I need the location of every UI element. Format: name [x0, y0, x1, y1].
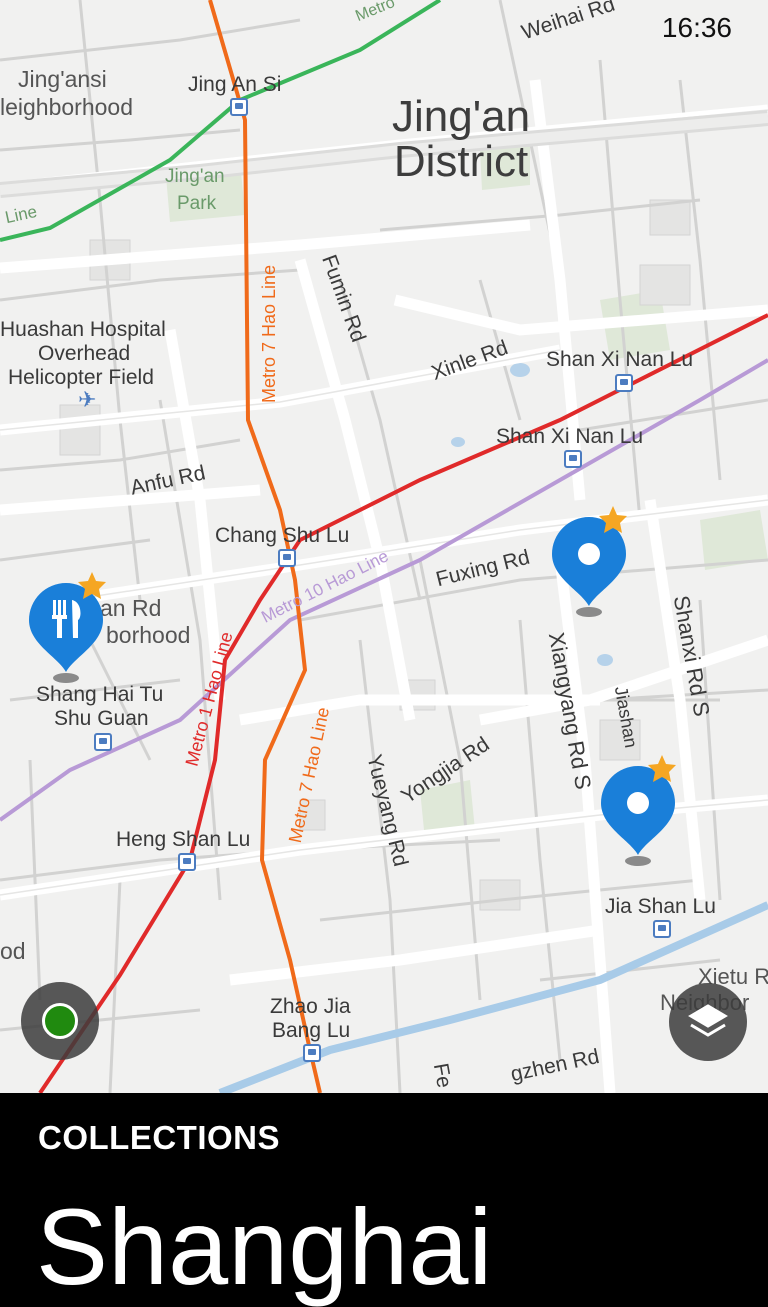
station-label: Chang Shu Lu: [215, 524, 350, 547]
map-view[interactable]: 16:36 Jing'an District Weihai Rd Metro J…: [0, 0, 768, 1093]
restaurant-pin[interactable]: [28, 572, 106, 683]
poi-label: Huashan Hospital: [0, 318, 166, 341]
station-label: Bang Lu: [272, 1019, 351, 1042]
station-label: Zhao Jia: [270, 995, 351, 1018]
metro-station-icon: [230, 98, 248, 116]
poi-label: Helicopter Field: [8, 366, 154, 389]
location-dot-icon: [42, 1003, 78, 1039]
status-time: 16:36: [661, 12, 732, 43]
park-label: Park: [177, 193, 217, 214]
street-label: Fe: [428, 1061, 456, 1090]
station-label: Shu Guan: [54, 707, 149, 730]
neighborhood-label: od: [0, 938, 26, 964]
dot-icon: [627, 792, 649, 814]
place-pin[interactable]: [600, 755, 678, 866]
neighborhood-label: Jing'ansi: [18, 66, 107, 92]
metro-station-icon: [278, 549, 296, 567]
place-pin[interactable]: [551, 506, 629, 617]
neighborhood-label: leighborhood: [0, 94, 134, 120]
panel-title: COLLECTIONS: [38, 1119, 280, 1156]
metro-label: Metro 7 Hao Line: [259, 264, 280, 404]
station-label: Heng Shan Lu: [116, 828, 251, 851]
station-label: Jia Shan Lu: [605, 895, 716, 918]
metro-station-icon: [178, 853, 196, 871]
metro-station-icon: [615, 374, 633, 392]
station-label: Jing An Si: [188, 73, 282, 96]
metro-station-icon: [303, 1044, 321, 1062]
dot-icon: [578, 543, 600, 565]
station-label: Shan Xi Nan Lu: [496, 425, 644, 448]
map-layers-button[interactable]: [669, 983, 747, 1061]
poi-label: Overhead: [38, 342, 131, 365]
collections-panel[interactable]: COLLECTIONS Shanghai: [0, 1093, 768, 1301]
park-label: Jing'an: [165, 166, 225, 187]
metro-station-icon: [94, 733, 112, 751]
airplane-icon: ✈: [78, 387, 97, 412]
layers-icon: [688, 1004, 728, 1037]
metro-station-icon: [564, 450, 582, 468]
district-label: Jing'an District: [392, 92, 531, 186]
collection-name[interactable]: Shanghai: [36, 1193, 492, 1301]
metro-station-icon: [653, 920, 671, 938]
my-location-button[interactable]: [21, 982, 99, 1060]
neighborhood-label: an Rd: [100, 595, 162, 621]
station-label: Shan Xi Nan Lu: [546, 348, 694, 371]
neighborhood-label: borhood: [106, 622, 191, 648]
